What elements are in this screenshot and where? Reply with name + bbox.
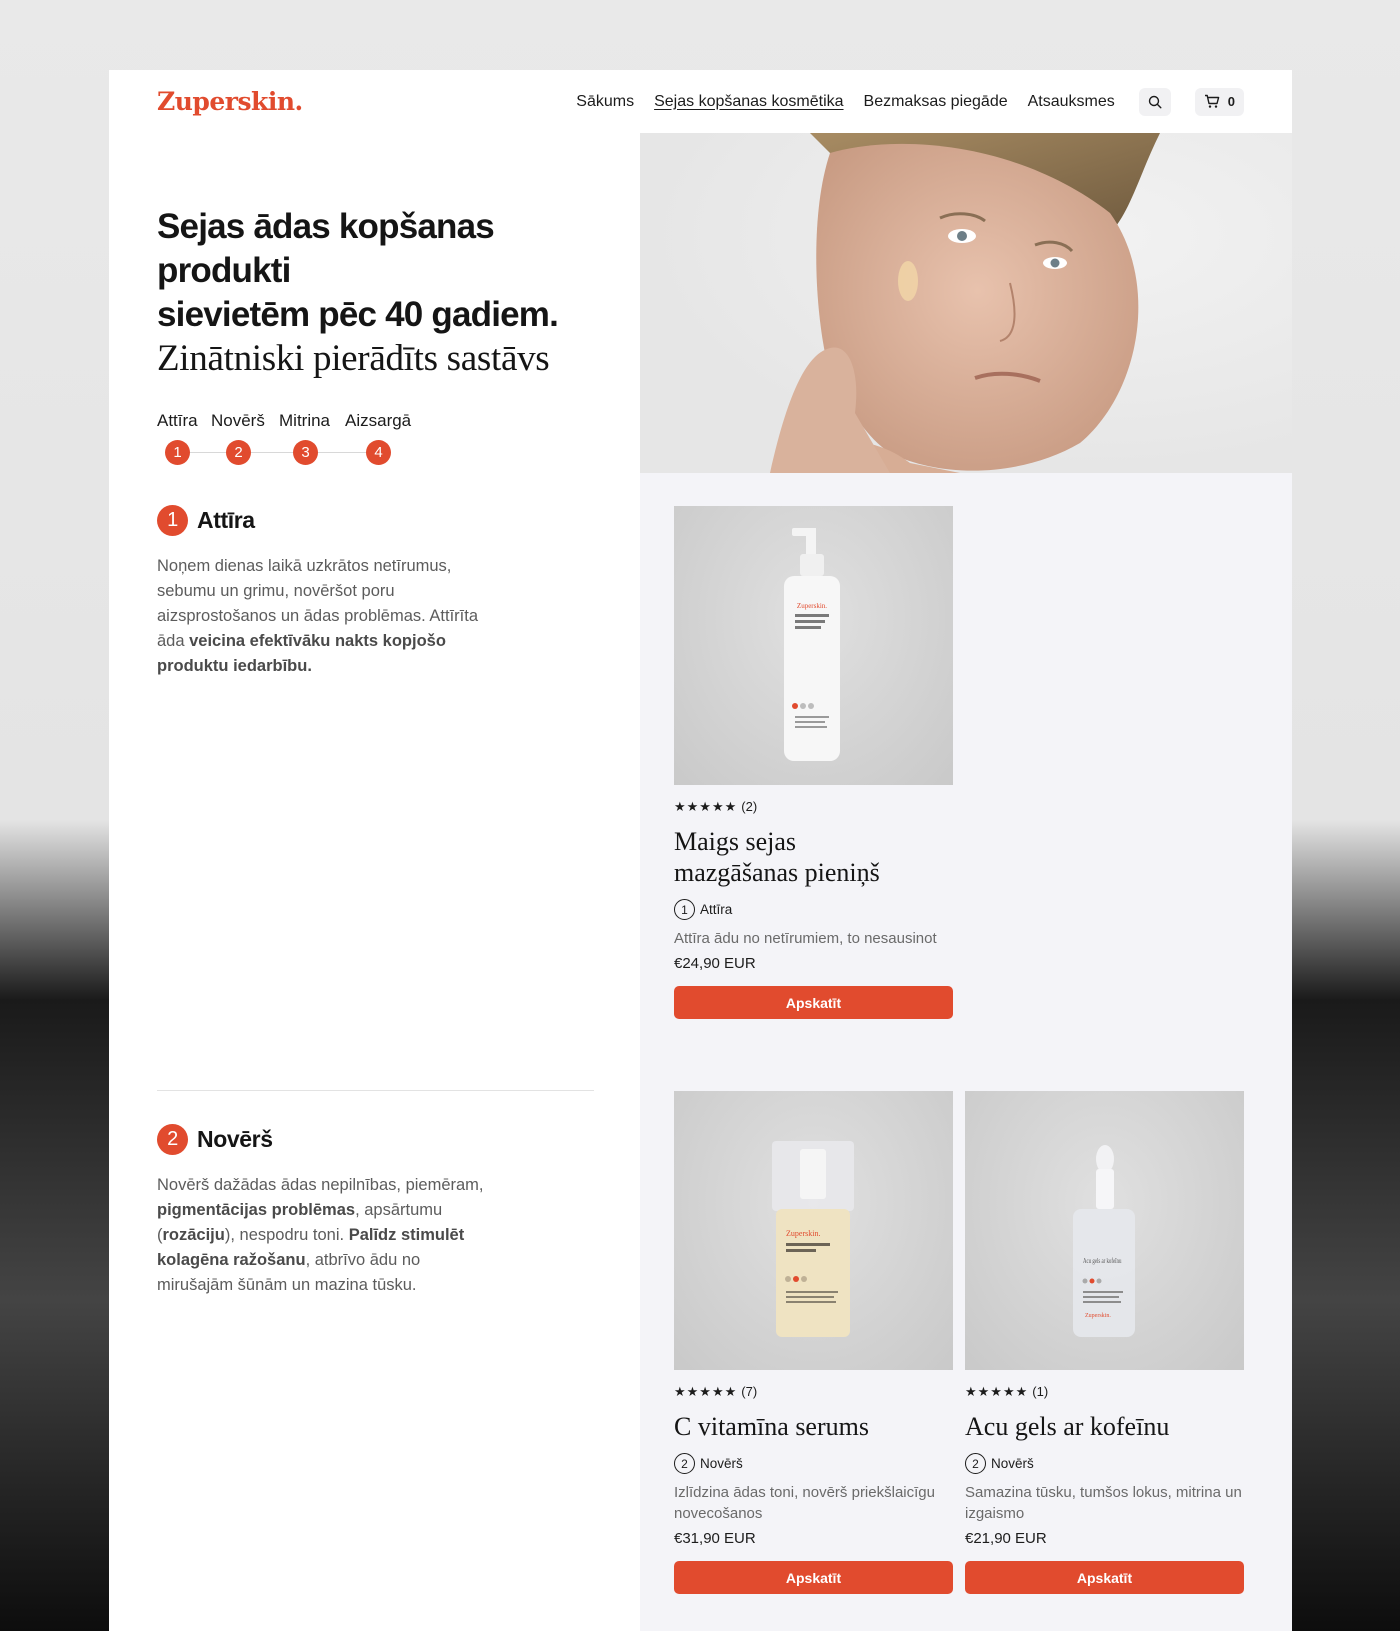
section-title: Attīra [197, 507, 255, 533]
product-step-tag: 1 Attīra [674, 899, 953, 920]
search-button[interactable] [1138, 87, 1171, 116]
brand-logo[interactable]: Zuperskin. [157, 87, 303, 116]
section-heading: 1 Attīra [157, 505, 597, 536]
step-number: 2 [965, 1453, 986, 1474]
step-number: 2 [674, 1453, 695, 1474]
cart-count: 0 [1227, 94, 1235, 109]
section-heading: 2 Novērš [157, 1124, 597, 1155]
label-name: Acu gels ar kofeīnu [1083, 1257, 1121, 1265]
review-count: (7) [741, 1384, 758, 1399]
step-label-moisturize[interactable]: Mitrina [279, 411, 330, 431]
step-dot-2[interactable]: 2 [226, 440, 251, 465]
product-rating: ★★★★★ (1) [965, 1384, 1244, 1400]
product-step-tag: 2 Novērš [965, 1453, 1244, 1474]
product-rating: ★★★★★ (7) [674, 1384, 953, 1400]
section-title: Novērš [197, 1126, 273, 1152]
hero-text: Sejas ādas kopšanas produkti sievietēm p… [157, 133, 597, 475]
section-divider [157, 1090, 594, 1091]
nav-item-skincare[interactable]: Sejas kopšanas kosmētika [654, 93, 843, 111]
stars: ★★★★★ [674, 799, 738, 814]
products-column: Zuperskin. ★★★★★ (2) Maigs sejas mazgāšan… [640, 133, 1292, 1631]
nav-item-free-delivery[interactable]: Bezmaksas piegāde [864, 93, 1008, 111]
steps-line [177, 452, 381, 453]
cart-icon [1204, 94, 1220, 108]
view-product-button[interactable]: Apskatīt [674, 1561, 953, 1594]
dropper-illustration: Acu gels ar kofeīnu Zuperskin. [1073, 1145, 1135, 1337]
label-brand: Zuperskin. [1085, 1313, 1111, 1319]
steps-indicator: Attīra Novērš Mitrina Aizsargā 1 2 3 4 [157, 411, 597, 475]
hero-image [640, 133, 1292, 473]
search-icon [1148, 95, 1162, 109]
product-description: Attīra ādu no netīrumiem, to nesausinot [674, 930, 937, 947]
step-dot-4[interactable]: 4 [366, 440, 391, 465]
step-number: 1 [674, 899, 695, 920]
product-card: Zuperskin. ★★★★★ (2) Maigs sejas mazgāšan… [674, 506, 953, 1019]
stars: ★★★★★ [965, 1384, 1029, 1399]
step-name: Novērš [991, 1456, 1034, 1471]
stars: ★★★★★ [674, 1384, 738, 1399]
jar-illustration: Zuperskin. [772, 1141, 854, 1337]
section-text-bold: rozāciju [162, 1226, 225, 1244]
review-count: (2) [741, 799, 758, 814]
hero-title: Sejas ādas kopšanas produkti sievietēm p… [157, 205, 597, 337]
step-label-cleanse[interactable]: Attīra [157, 411, 198, 431]
section-text: Novērš dažādas ādas nepilnības, piemēram… [157, 1176, 484, 1194]
section-number: 1 [157, 505, 188, 536]
product-title[interactable]: C vitamīna serums [674, 1411, 953, 1442]
site-header: Zuperskin. Sākums Sejas kopšanas kosmēti… [109, 70, 1292, 133]
nav-item-reviews[interactable]: Atsauksmes [1028, 93, 1115, 111]
cart-button[interactable]: 0 [1194, 87, 1244, 116]
review-count: (1) [1032, 1384, 1049, 1399]
label-brand: Zuperskin. [797, 602, 827, 610]
section-text: ), nespodru toni. [224, 1226, 349, 1244]
page-frame: Zuperskin. Sākums Sejas kopšanas kosmēti… [109, 70, 1292, 1631]
product-rating: ★★★★★ (2) [674, 799, 953, 815]
hero-subtitle: Zinātniski pierādīts sastāvs [157, 338, 550, 379]
step-dot-1[interactable]: 1 [165, 440, 190, 465]
hero-title-line1: Sejas ādas kopšanas produkti [157, 207, 495, 290]
view-product-button[interactable]: Apskatīt [965, 1561, 1244, 1594]
product-image[interactable]: Zuperskin. [674, 1091, 953, 1370]
product-price: €31,90 EUR [674, 1530, 756, 1547]
hero-portrait [770, 133, 1160, 473]
label-brand: Zuperskin. [786, 1229, 820, 1238]
section-cleanse: 1 Attīra Noņem dienas laikā uzkrātos net… [157, 505, 597, 679]
section-prevent: 2 Novērš Novērš dažādas ādas nepilnības,… [157, 1124, 597, 1298]
product-title[interactable]: Acu gels ar kofeīnu [965, 1411, 1244, 1442]
section-text-bold: pigmentācijas problēmas [157, 1201, 356, 1219]
product-price: €24,90 EUR [674, 955, 756, 972]
product-step-tag: 2 Novērš [674, 1453, 953, 1474]
step-label-protect[interactable]: Aizsargā [345, 411, 411, 431]
step-dot-3[interactable]: 3 [293, 440, 318, 465]
product-title[interactable]: Maigs sejas mazgāšanas pieniņš [674, 826, 904, 888]
section-description: Novērš dažādas ādas nepilnības, piemēram… [157, 1173, 492, 1298]
step-label-prevent[interactable]: Novērš [211, 411, 265, 431]
product-card: Acu gels ar kofeīnu Zuperskin. ★★★★★ (1) … [965, 1091, 1244, 1594]
product-description: Izlīdzina ādas toni, novērš priekšlaicīg… [674, 1484, 935, 1522]
main-nav: Sākums Sejas kopšanas kosmētika Bezmaksa… [576, 87, 1244, 116]
product-description: Samazina tūsku, tumšos lokus, mitrina un… [965, 1484, 1242, 1522]
view-product-button[interactable]: Apskatīt [674, 986, 953, 1019]
section-text-bold: veicina efektīvāku nakts kopjošo produkt… [157, 632, 446, 675]
section-number: 2 [157, 1124, 188, 1155]
hero-title-line2: sievietēm pēc 40 gadiem. [157, 295, 559, 334]
product-price: €21,90 EUR [965, 1530, 1047, 1547]
section-description: Noņem dienas laikā uzkrātos netīrumus, s… [157, 554, 492, 679]
step-name: Novērš [700, 1456, 743, 1471]
bottle-illustration: Zuperskin. [784, 528, 840, 761]
nav-item-home[interactable]: Sākums [576, 93, 634, 111]
product-card: Zuperskin. ★★★★★ (7) C vitamīna serums 2N… [674, 1091, 953, 1594]
product-image[interactable]: Zuperskin. [674, 506, 953, 785]
product-image[interactable]: Acu gels ar kofeīnu Zuperskin. [965, 1091, 1244, 1370]
step-name: Attīra [700, 902, 733, 917]
